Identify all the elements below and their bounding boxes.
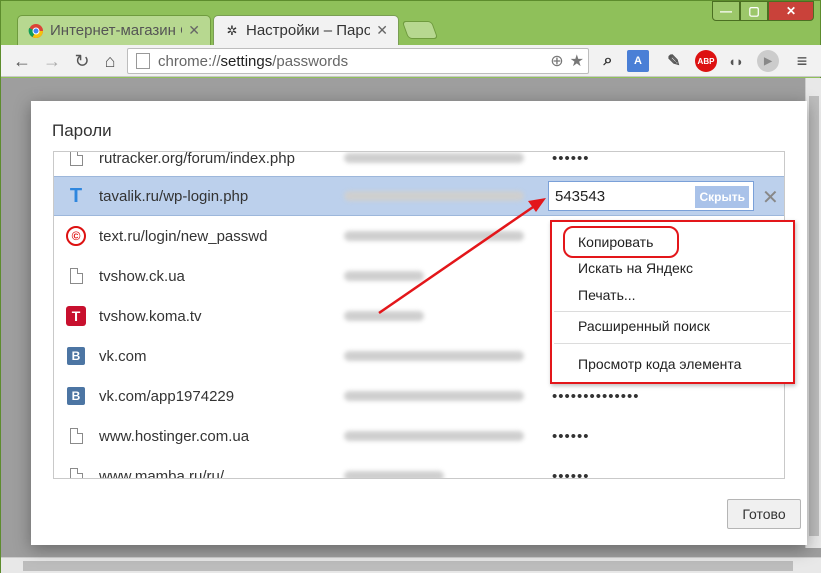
username-blurred	[344, 471, 444, 478]
site-url: text.ru/login/new_passwd	[99, 227, 268, 245]
close-tab-icon[interactable]: ✕	[188, 22, 200, 39]
maximize-button[interactable]: ▢	[740, 1, 768, 21]
password-field[interactable]: 543543 Скрыть	[548, 181, 754, 211]
password-value: ••••••••••••••	[552, 387, 640, 405]
dialog-title: Пароли	[52, 121, 112, 140]
address-bar[interactable]: chrome://settings/passwords ⊕ ★	[127, 48, 589, 74]
site-url: vk.com/app1974229	[99, 387, 235, 405]
tab-title: Настройки – Пароли	[246, 22, 371, 39]
menu-icon[interactable]: ≡	[791, 50, 813, 72]
browser-toolbar: ← → ↻ ⌂ chrome://settings/passwords ⊕ ★ ⌕…	[1, 45, 821, 77]
zoom-icon[interactable]: ⊕	[550, 51, 563, 71]
pin-icon[interactable]: ✎	[663, 50, 685, 72]
close-window-button[interactable]: ✕	[768, 1, 814, 21]
url-text: chrome://settings/passwords	[158, 52, 349, 70]
list-item[interactable]: www.mamba.ru/ru/ ••••••	[54, 456, 784, 479]
vk-icon: B	[66, 346, 86, 366]
koma-tv-icon: T	[66, 306, 86, 326]
menu-divider	[554, 311, 791, 312]
site-url: tavalik.ru/wp-login.php	[99, 187, 249, 205]
site-url: vk.com	[99, 347, 147, 365]
bookmark-star-icon[interactable]: ★	[570, 51, 584, 71]
hide-password-button[interactable]: Скрыть	[695, 186, 749, 208]
translate-icon[interactable]: A	[627, 50, 649, 72]
tavalik-icon: T	[69, 184, 83, 207]
search-icon[interactable]: ⌕	[597, 50, 619, 72]
username-blurred	[344, 153, 524, 163]
forward-arrow-icon[interactable]: →	[41, 50, 63, 72]
page-icon	[136, 53, 150, 69]
tab-settings-passwords[interactable]: ✲ Настройки – Пароли ✕	[213, 15, 399, 45]
back-arrow-icon[interactable]: ←	[11, 50, 33, 72]
document-icon	[66, 466, 86, 478]
password-value: ••••••	[552, 467, 590, 479]
minimize-button[interactable]: —	[712, 1, 740, 21]
username-blurred	[344, 231, 524, 241]
media-icon[interactable]: ▶	[757, 50, 779, 72]
menu-item-copy[interactable]: Копировать	[578, 234, 653, 250]
menu-item-advanced-search[interactable]: Расширенный поиск	[578, 318, 710, 334]
username-blurred	[344, 191, 524, 201]
menu-item-inspect-element[interactable]: Просмотр кода элемента	[578, 356, 741, 372]
password-value: ••••••	[552, 151, 590, 167]
home-icon[interactable]: ⌂	[99, 50, 121, 72]
list-item[interactable]: rutracker.org/forum/index.php ••••••	[54, 151, 784, 178]
document-icon	[66, 426, 86, 446]
document-icon	[66, 266, 86, 286]
window-controls: — ▢ ✕	[712, 1, 814, 21]
remove-entry-icon[interactable]: ✕	[762, 185, 779, 210]
document-icon	[66, 152, 86, 168]
list-item[interactable]: www.hostinger.com.ua ••••••	[54, 416, 784, 456]
settings-gear-icon: ✲	[226, 22, 238, 38]
title-bar: Интернет-магазин С ✕ ✲ Настройки – Парол…	[1, 1, 821, 45]
username-blurred	[344, 391, 524, 401]
reload-icon[interactable]: ↻	[71, 50, 93, 72]
menu-divider	[554, 343, 791, 344]
audio-icon[interactable]: ◖◗	[725, 50, 747, 72]
site-url: www.hostinger.com.ua	[99, 427, 250, 445]
username-blurred	[344, 271, 424, 281]
username-blurred	[344, 351, 524, 361]
context-menu: Копировать Искать на Яндекс Печать... Ра…	[550, 220, 795, 384]
vk-icon: B	[66, 386, 86, 406]
adblock-plus-icon[interactable]: ABP	[695, 50, 717, 72]
username-blurred	[344, 431, 524, 441]
menu-item-print[interactable]: Печать...	[578, 287, 636, 303]
tab-internet-shop[interactable]: Интернет-магазин С ✕	[17, 15, 211, 45]
textru-icon: ©	[66, 226, 86, 246]
close-tab-icon[interactable]: ✕	[376, 22, 388, 39]
password-value: ••••••	[552, 427, 590, 445]
vertical-scrollbar[interactable]	[805, 78, 821, 548]
new-tab-button[interactable]	[401, 21, 439, 39]
chrome-icon	[28, 23, 44, 39]
done-button[interactable]: Готово	[727, 499, 801, 529]
site-url: www.mamba.ru/ru/	[99, 467, 225, 479]
site-url: tvshow.ck.ua	[99, 267, 185, 285]
tab-title: Интернет-магазин С	[50, 22, 183, 39]
list-item-selected[interactable]: T tavalik.ru/wp-login.php 543543 Скрыть …	[54, 176, 784, 216]
horizontal-scrollbar[interactable]	[1, 557, 821, 573]
browser-window: Интернет-магазин С ✕ ✲ Настройки – Парол…	[0, 0, 821, 573]
site-url: tvshow.koma.tv	[99, 307, 202, 325]
username-blurred	[344, 311, 424, 321]
site-url: rutracker.org/forum/index.php	[99, 151, 295, 167]
menu-item-search-yandex[interactable]: Искать на Яндекс	[578, 260, 693, 276]
